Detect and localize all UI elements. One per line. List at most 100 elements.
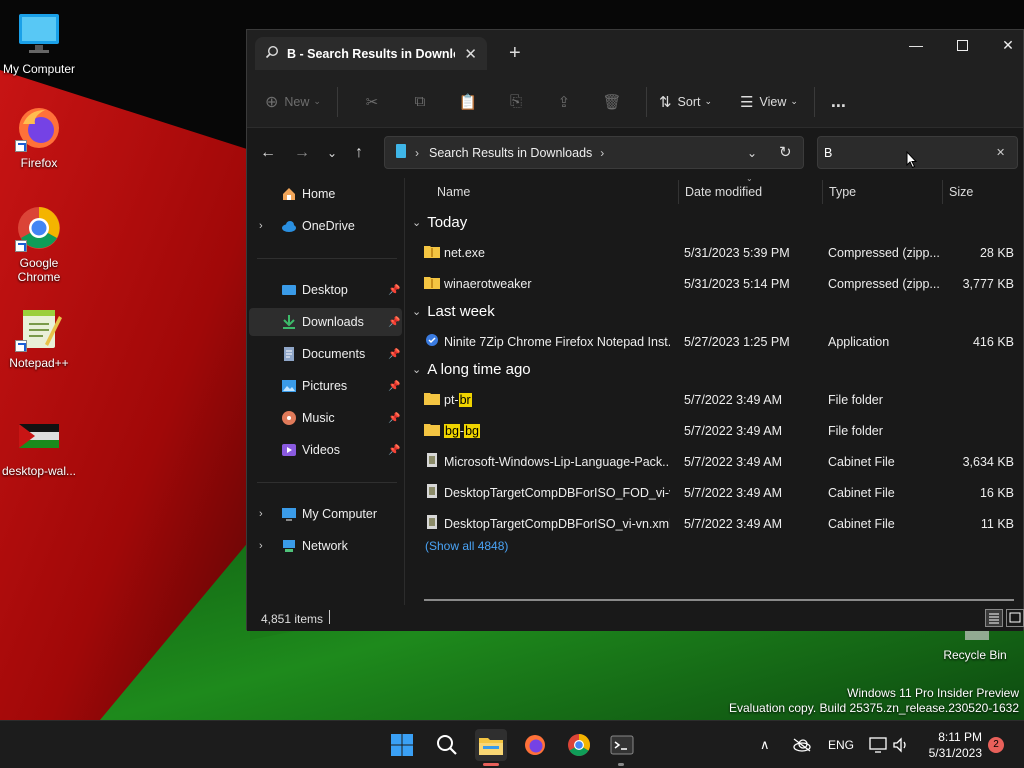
file-name: net.exe (444, 246, 486, 260)
expand-chevron-icon[interactable]: › (259, 220, 263, 232)
file-date: 5/7/2022 3:49 AM (684, 393, 782, 407)
group-header-today[interactable]: ⌄ Today (412, 214, 467, 231)
videos-icon (281, 442, 297, 458)
clock-time: 8:11 PM (938, 730, 982, 744)
file-row[interactable]: DesktopTargetCompDBForISO_FOD_vi-v... 5/… (420, 478, 1020, 507)
forward-arrow-icon[interactable]: → (294, 144, 310, 162)
sidebar-item-pictures[interactable]: Pictures 📌 (247, 372, 404, 400)
taskbar-chrome[interactable] (563, 729, 595, 761)
close-window-button[interactable]: ✕ (985, 30, 1024, 60)
sidebar-item-documents[interactable]: Documents 📌 (247, 340, 404, 368)
column-divider[interactable] (942, 180, 943, 204)
sidebar-item-label: OneDrive (302, 219, 355, 233)
file-row[interactable]: Microsoft-Windows-Lip-Language-Pack... 5… (420, 447, 1020, 476)
copy-icon[interactable]: ⧉ (405, 87, 435, 117)
sidebar-item-music[interactable]: Music 📌 (247, 404, 404, 432)
view-list-icon: ☰ (740, 93, 754, 111)
file-type: File folder (828, 393, 883, 407)
file-type: Cabinet File (828, 486, 895, 500)
show-hidden-icons-chevron-icon[interactable]: ∧ (760, 737, 770, 753)
onedrive-tray[interactable] (792, 721, 812, 768)
file-row[interactable]: DesktopTargetCompDBForISO_vi-vn.xml 5/7/… (420, 509, 1020, 538)
column-header-date-modified[interactable]: Date modified (685, 178, 762, 206)
paste-icon[interactable]: 📋 (453, 87, 483, 117)
zip-folder-icon (424, 275, 440, 289)
sidebar-item-videos[interactable]: Videos 📌 (247, 436, 404, 464)
taskbar-terminal[interactable] (606, 729, 638, 761)
share-icon[interactable]: ⇪ (549, 87, 579, 117)
tab-search-results[interactable]: B - Search Results in Downloads ✕ (255, 37, 487, 70)
network-tray[interactable] (869, 721, 887, 768)
input-language[interactable]: ENG (828, 721, 854, 768)
sort-button[interactable]: ⇅ Sort ⌄ (659, 93, 712, 111)
sidebar-item-downloads[interactable]: Downloads 📌 (249, 308, 402, 336)
sidebar-item-my-computer[interactable]: › My Computer (247, 500, 404, 528)
new-button[interactable]: ⊕ New ⌄ (265, 92, 321, 112)
expand-chevron-icon[interactable]: › (259, 540, 263, 552)
sidebar-item-onedrive[interactable]: › OneDrive (247, 212, 404, 240)
file-row[interactable]: bg-bg 5/7/2022 3:49 AM File folder (420, 416, 1020, 445)
column-divider[interactable] (822, 180, 823, 204)
view-button[interactable]: ☰ View ⌄ (740, 93, 798, 111)
column-header-type[interactable]: Type (829, 178, 856, 206)
sidebar-item-network[interactable]: › Network (247, 532, 404, 560)
start-button[interactable] (386, 729, 418, 761)
clock[interactable]: 8:11 PM 5/31/2023 (920, 729, 982, 761)
desktop-icon-label: My Computer (2, 62, 76, 76)
column-header-name[interactable]: Name (437, 178, 470, 206)
desktop-icon-notepadpp[interactable]: Notepad++ (0, 304, 78, 370)
column-divider[interactable] (678, 180, 679, 204)
up-arrow-icon[interactable]: ↑ (355, 144, 363, 162)
clear-search-icon[interactable]: ✕ (996, 146, 1005, 159)
horizontal-scrollbar[interactable] (424, 599, 1014, 601)
chrome-icon (15, 204, 63, 252)
group-header-last-week[interactable]: ⌄ Last week (412, 303, 495, 320)
minimize-button[interactable]: — (893, 30, 939, 60)
file-row[interactable]: Ninite 7Zip Chrome Firefox Notepad Inst.… (420, 327, 1020, 356)
notification-badge[interactable]: 2 (988, 737, 1004, 753)
desktop-icon-my-computer[interactable]: My Computer (0, 10, 78, 76)
desktop-icon-chrome[interactable]: Google Chrome (0, 204, 78, 284)
rename-icon[interactable]: ⎘ (501, 87, 531, 117)
file-type: Compressed (zipp... (828, 277, 940, 291)
search-input[interactable] (824, 145, 984, 160)
cut-icon[interactable]: ✂ (357, 87, 387, 117)
address-bar[interactable]: › Search Results in Downloads › (384, 136, 804, 169)
recent-locations-chevron-icon[interactable]: ⌄ (327, 146, 337, 160)
group-header-long-time-ago[interactable]: ⌄ A long time ago (412, 361, 531, 378)
sort-icon: ⇅ (658, 93, 672, 111)
sidebar-item-label: Downloads (302, 315, 364, 329)
delete-icon[interactable]: 🗑 (597, 87, 627, 117)
desktop-icon-firefox[interactable]: Firefox (0, 104, 78, 170)
collapse-chevron-icon: ⌄ (412, 306, 422, 318)
desktop-folder-icon (281, 282, 297, 298)
sort-label: Sort (677, 94, 701, 109)
sidebar-item-label: Pictures (302, 379, 348, 393)
file-row[interactable]: winaerotweaker 5/31/2023 5:14 PM Compres… (420, 269, 1020, 298)
details-view-button[interactable] (985, 609, 1003, 627)
search-icon (437, 735, 457, 755)
address-history-chevron-icon[interactable]: ⌄ (747, 146, 757, 160)
file-row[interactable]: net.exe 5/31/2023 5:39 PM Compressed (zi… (420, 238, 1020, 267)
refresh-icon[interactable]: ↻ (779, 143, 792, 161)
show-all-link[interactable]: (Show all 4848) (425, 539, 508, 553)
tab-close-icon[interactable]: ✕ (464, 45, 477, 63)
column-header-size[interactable]: Size (949, 178, 973, 206)
taskbar-firefox[interactable] (519, 729, 551, 761)
large-icons-view-button[interactable] (1006, 609, 1024, 627)
taskbar-file-explorer[interactable] (475, 729, 507, 761)
search-button[interactable] (431, 729, 463, 761)
desktop-icon-wallpaper-file[interactable]: desktop-wal... (0, 412, 78, 478)
sidebar-item-home[interactable]: Home (247, 180, 404, 208)
maximize-button[interactable] (939, 30, 985, 60)
more-options-button[interactable]: ... (831, 91, 846, 112)
back-arrow-icon[interactable]: ← (260, 144, 276, 162)
breadcrumb-search-results[interactable]: Search Results in Downloads (429, 146, 592, 160)
active-app-indicator (483, 763, 499, 766)
toolbar-divider (645, 86, 647, 117)
volume-tray[interactable] (892, 721, 910, 768)
new-tab-button[interactable]: + (509, 42, 521, 65)
expand-chevron-icon[interactable]: › (259, 508, 263, 520)
sidebar-item-desktop[interactable]: Desktop 📌 (247, 276, 404, 304)
file-row[interactable]: pt-br 5/7/2022 3:49 AM File folder (420, 385, 1020, 414)
